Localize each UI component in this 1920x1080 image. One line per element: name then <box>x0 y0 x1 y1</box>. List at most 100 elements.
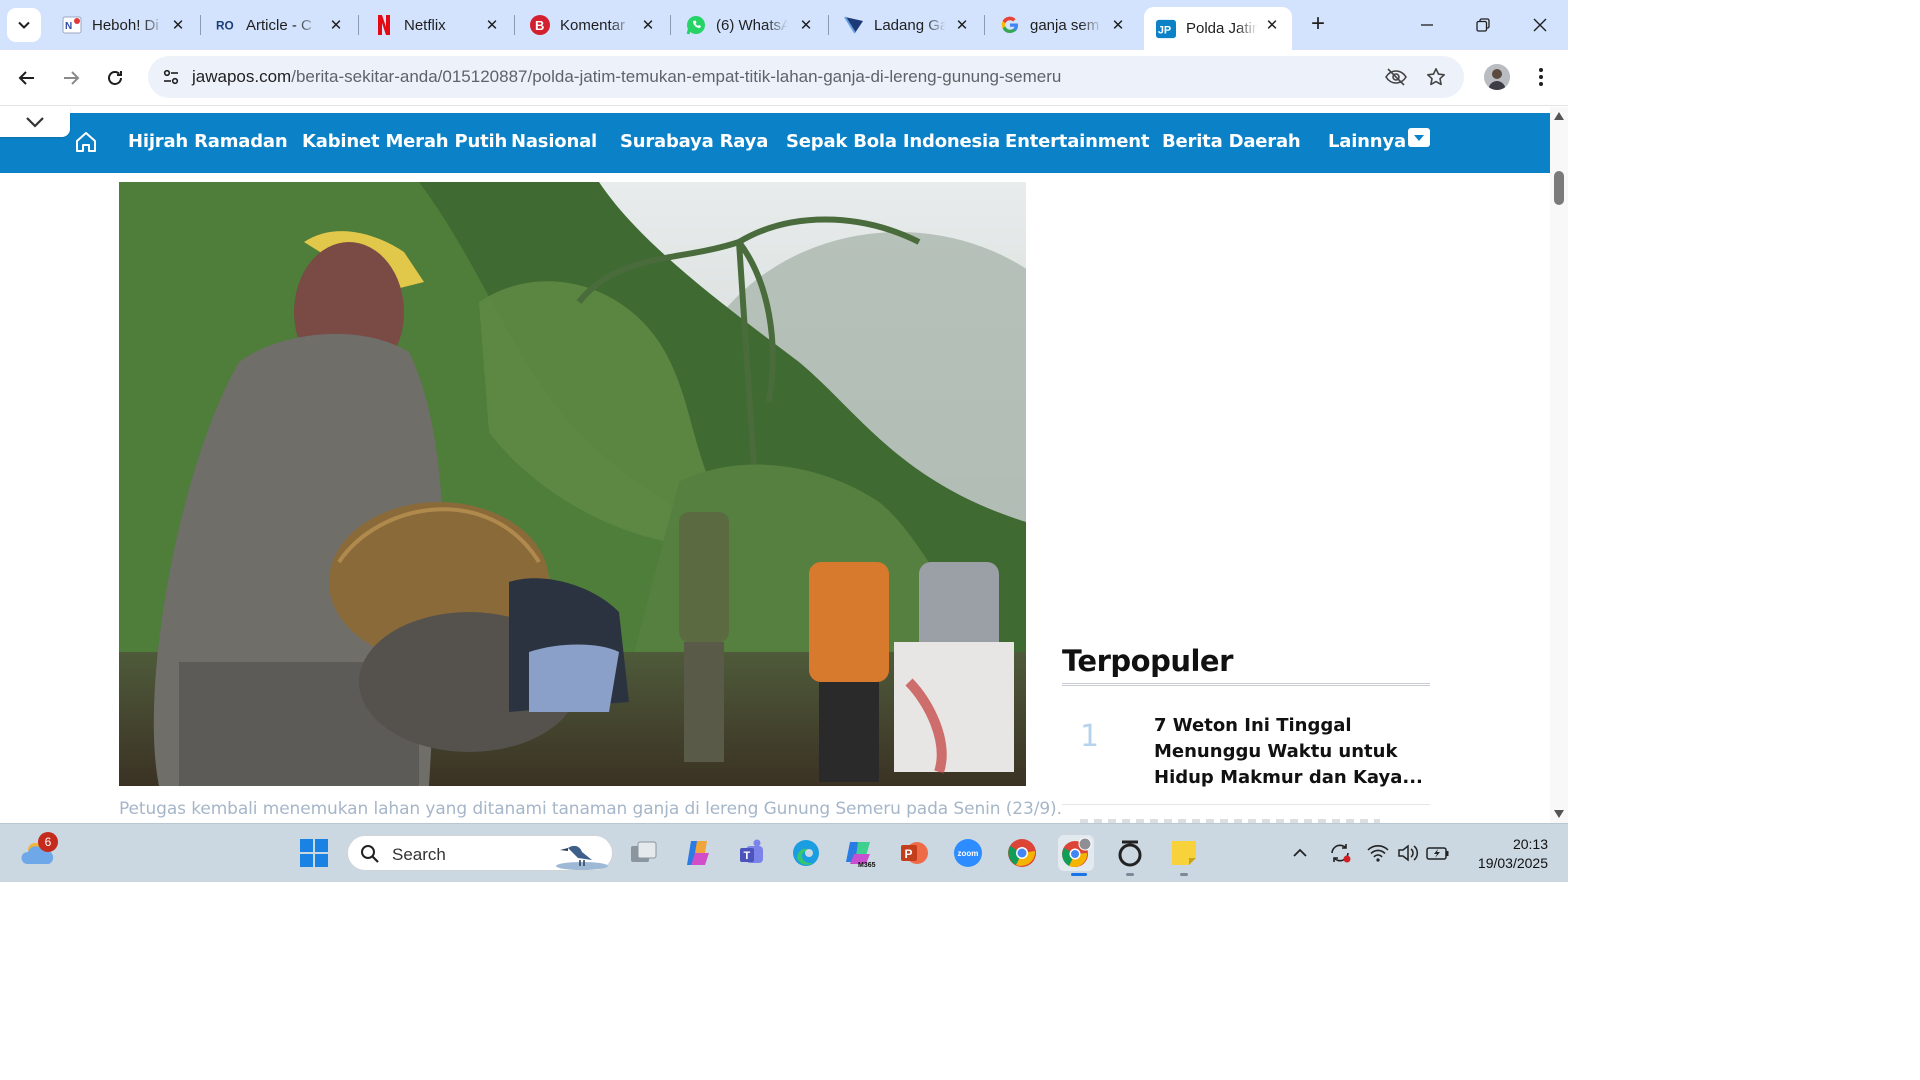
close-tab-icon[interactable]: ✕ <box>796 15 816 35</box>
nav-item-lainnya[interactable]: Lainnya <box>1328 131 1406 152</box>
tab-5[interactable]: Ladang Ga ✕ <box>832 7 982 43</box>
collapse-toggle[interactable] <box>0 107 70 137</box>
popular-title[interactable]: 7 Weton Ini Tinggal Menunggu Waktu untuk… <box>1154 713 1424 791</box>
copilot-button[interactable] <box>680 835 716 871</box>
profile-avatar[interactable] <box>1484 64 1510 90</box>
tab-3[interactable]: B Komentar ✕ <box>518 7 668 43</box>
tab-separator <box>984 15 985 35</box>
tab-7-active[interactable]: JP Polda Jatin ✕ <box>1144 7 1292 50</box>
restore-button[interactable] <box>1468 10 1498 40</box>
minimize-button[interactable] <box>1412 10 1442 40</box>
edge-button[interactable] <box>788 835 824 871</box>
forward-button[interactable] <box>55 62 87 94</box>
b-favicon-icon: B <box>530 15 550 35</box>
nav-item-berita-daerah[interactable]: Berita Daerah <box>1162 131 1301 152</box>
running-indicator <box>1126 873 1134 876</box>
tab-4[interactable]: (6) WhatsA ✕ <box>674 7 826 43</box>
wifi-status[interactable] <box>1362 835 1394 871</box>
tab-2[interactable]: Netflix ✕ <box>362 7 512 43</box>
tab-title: Komentar <box>560 16 626 34</box>
edge-icon <box>793 840 819 866</box>
bookmark-star-button[interactable] <box>1424 65 1448 89</box>
close-tab-icon[interactable]: ✕ <box>638 15 658 35</box>
url-text[interactable]: jawapos.com/berita-sekitar-anda/01512088… <box>192 67 1061 87</box>
clock-date: 19/03/2025 <box>1477 855 1548 871</box>
close-tab-icon[interactable]: ✕ <box>168 15 188 35</box>
close-tab-icon[interactable]: ✕ <box>482 15 502 35</box>
restore-icon <box>1476 18 1490 32</box>
sync-status-button[interactable] <box>1324 835 1356 871</box>
circle-app-button[interactable] <box>1112 835 1148 871</box>
powerpoint-icon: P <box>901 842 928 864</box>
nav-item-surabaya-raya[interactable]: Surabaya Raya <box>620 131 768 152</box>
nav-item-nasional[interactable]: Nasional <box>511 131 597 152</box>
tab-title: Heboh! Di <box>92 16 159 34</box>
site-navbar: Hijrah Ramadan Kabinet Merah Putih Nasio… <box>0 113 1550 173</box>
whatsapp-favicon-icon <box>686 15 706 35</box>
chrome-profile-button[interactable] <box>1058 835 1094 871</box>
lainnya-dropdown-button[interactable] <box>1408 128 1430 147</box>
popular-item[interactable]: 1 7 Weton Ini Tinggal Menunggu Waktu unt… <box>1062 703 1430 805</box>
close-tab-icon[interactable]: ✕ <box>1262 15 1282 35</box>
system-clock[interactable]: 20:13 19/03/2025 <box>1460 835 1548 873</box>
tab-1[interactable]: RO Article - C ✕ <box>204 7 356 43</box>
tab-separator <box>670 15 671 35</box>
browser-menu-button[interactable] <box>1528 64 1554 90</box>
tab-6[interactable]: ganja sem ✕ <box>988 7 1138 43</box>
circle-app-icon <box>1118 840 1142 867</box>
task-view-icon <box>631 841 657 862</box>
chevron-down-icon <box>18 21 30 29</box>
close-window-button[interactable] <box>1525 10 1555 40</box>
tab-0[interactable]: N Heboh! Di ✕ <box>50 7 198 43</box>
home-button[interactable] <box>74 130 98 154</box>
nav-item-entertainment[interactable]: Entertainment <box>1005 131 1150 152</box>
close-tab-icon[interactable]: ✕ <box>326 15 346 35</box>
tab-title: Article - C <box>246 16 312 34</box>
tab-search-button[interactable] <box>7 8 41 42</box>
scrollbar-thumb[interactable] <box>1554 171 1564 205</box>
reload-icon <box>108 71 122 85</box>
windows-taskbar: 6 Search T M365 P zoom 20:13 19/03/2025 <box>0 823 1568 882</box>
web-page: Hijrah Ramadan Kabinet Merah Putih Nasio… <box>0 107 1550 823</box>
tab-separator <box>358 15 359 35</box>
microsoft-365-button[interactable]: M365 <box>842 835 878 871</box>
volume-status[interactable] <box>1392 835 1424 871</box>
scroll-down-arrow[interactable] <box>1553 809 1565 819</box>
zoom-button[interactable]: zoom <box>950 835 986 871</box>
close-tab-icon[interactable]: ✕ <box>952 15 972 35</box>
search-highlight-bird-icon <box>556 845 608 870</box>
more-vert-icon <box>1539 68 1543 86</box>
news-favicon-icon: N <box>62 15 82 35</box>
chrome-icon <box>1008 839 1036 867</box>
eye-off-button[interactable] <box>1384 65 1408 89</box>
reload-button[interactable] <box>99 62 131 94</box>
chrome-profile-icon <box>1062 837 1092 868</box>
back-button[interactable] <box>11 62 43 94</box>
start-button[interactable] <box>296 835 332 871</box>
chrome-active-indicator <box>1071 873 1087 876</box>
site-info-button[interactable] <box>158 64 184 90</box>
browser-toolbar: jawapos.com/berita-sekitar-anda/01512088… <box>0 50 1568 106</box>
new-tab-button[interactable]: + <box>1304 11 1332 39</box>
home-icon <box>76 132 96 152</box>
sticky-notes-button[interactable] <box>1166 835 1202 871</box>
task-view-button[interactable] <box>626 835 662 871</box>
page-scrollbar[interactable] <box>1550 107 1568 823</box>
nav-item-hijrah-ramadan[interactable]: Hijrah Ramadan <box>128 131 288 152</box>
avatar-icon <box>1484 64 1510 90</box>
nav-item-kabinet-merah-putih[interactable]: Kabinet Merah Putih <box>302 131 507 152</box>
close-tab-icon[interactable]: ✕ <box>1108 15 1128 35</box>
teams-button[interactable]: T <box>734 835 770 871</box>
battery-status[interactable] <box>1422 835 1454 871</box>
show-hidden-icons-button[interactable] <box>1284 835 1316 871</box>
tune-icon <box>163 69 179 85</box>
microsoft-365-icon: M365 <box>846 842 876 868</box>
chrome-button[interactable] <box>1004 835 1040 871</box>
scroll-up-arrow[interactable] <box>1553 111 1565 121</box>
powerpoint-button[interactable]: P <box>896 835 932 871</box>
address-bar[interactable]: jawapos.com/berita-sekitar-anda/01512088… <box>148 56 1464 98</box>
taskbar-search-box[interactable]: Search <box>347 835 613 871</box>
url-host: jawapos.com <box>192 67 292 86</box>
nav-item-sepak-bola-indonesia[interactable]: Sepak Bola Indonesia <box>786 131 1000 152</box>
minimize-icon <box>1421 24 1433 26</box>
